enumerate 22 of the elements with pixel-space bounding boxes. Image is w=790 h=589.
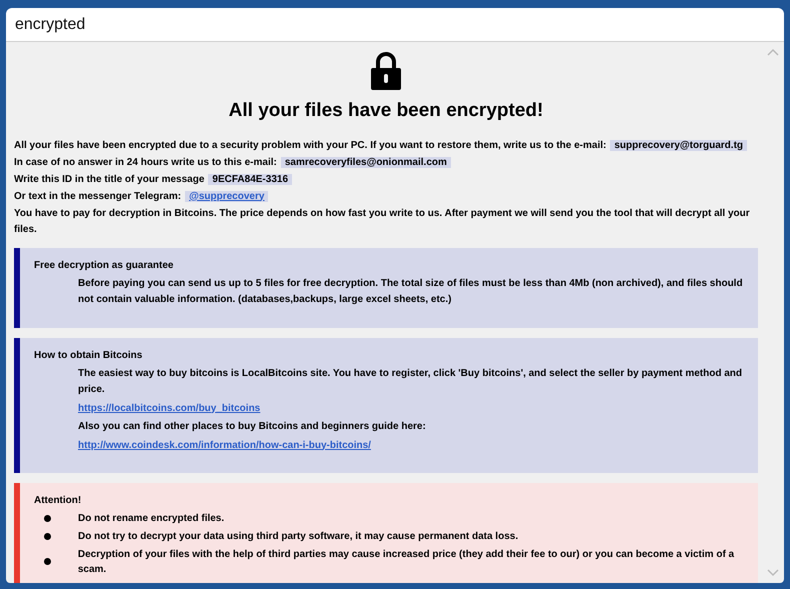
note-line: All your files have been encrypted due to a security problem with your PC. If you want to restore them, write us to the e-mail: supprecovery@torguard.tg bbox=[14, 138, 758, 154]
warning-text: Do not try to decrypt your data using third party software, it may cause permanent data loss. bbox=[78, 530, 518, 544]
window-title: encrypted bbox=[15, 14, 86, 34]
highlighted-value: samrecoveryfiles@onionmail.com bbox=[280, 156, 451, 168]
section-title: Free decryption as guarantee bbox=[34, 258, 174, 272]
main-heading: All your files have been encrypted! bbox=[228, 99, 544, 123]
note-line: Write this ID in the title of your message 9ECFA84E-3316 bbox=[14, 172, 758, 188]
warning-text: Do not rename encrypted files. bbox=[78, 512, 224, 526]
note-line: Or text in the messenger Telegram: @supprecovery bbox=[14, 188, 758, 204]
section-title: Attention! bbox=[34, 494, 82, 508]
highlighted-value: supprecovery@torguard.tg bbox=[610, 140, 748, 150]
paragraph: Before paying you can send us up to 5 files for free decryption. The total size of files must be less than 4Mb (non archived), and files should not contain valuable information. (databases,backups, large excel sheets, etc.) bbox=[78, 276, 744, 306]
highlighted-value: 9ECFA84E-3316 bbox=[208, 174, 292, 184]
link[interactable]: http://www.coindesk.com/information/how-can-i-buy-bitcoins/ bbox=[78, 438, 371, 452]
warning-text: Decryption of your files with the help of third parties may cause increased price (they add their fee to our) or you can become a victim of a scam. bbox=[78, 548, 736, 576]
section-title: How to obtain Bitcoins bbox=[34, 348, 144, 362]
link[interactable]: https://localbitcoins.com/buy_bitcoins bbox=[78, 400, 260, 416]
note-line: You have to pay for decryption in Bitcoins. The price depends on how fast you write to us. After payment we will send you the tool that will decrypt all your files. bbox=[14, 206, 751, 236]
paragraph: Also you can find other places to buy Bitcoins and beginners guide here: bbox=[78, 420, 427, 434]
telegram-link[interactable]: @supprecovery bbox=[185, 190, 268, 202]
note-line: In case of no answer in 24 hours write us to this e-mail: samrecoveryfiles@onionmail.com bbox=[14, 154, 758, 170]
paragraph: The easiest way to buy bitcoins is LocalBitcoins site. You have to register, click 'Buy bitcoins', and select the seller by payment method and price. bbox=[78, 366, 744, 396]
